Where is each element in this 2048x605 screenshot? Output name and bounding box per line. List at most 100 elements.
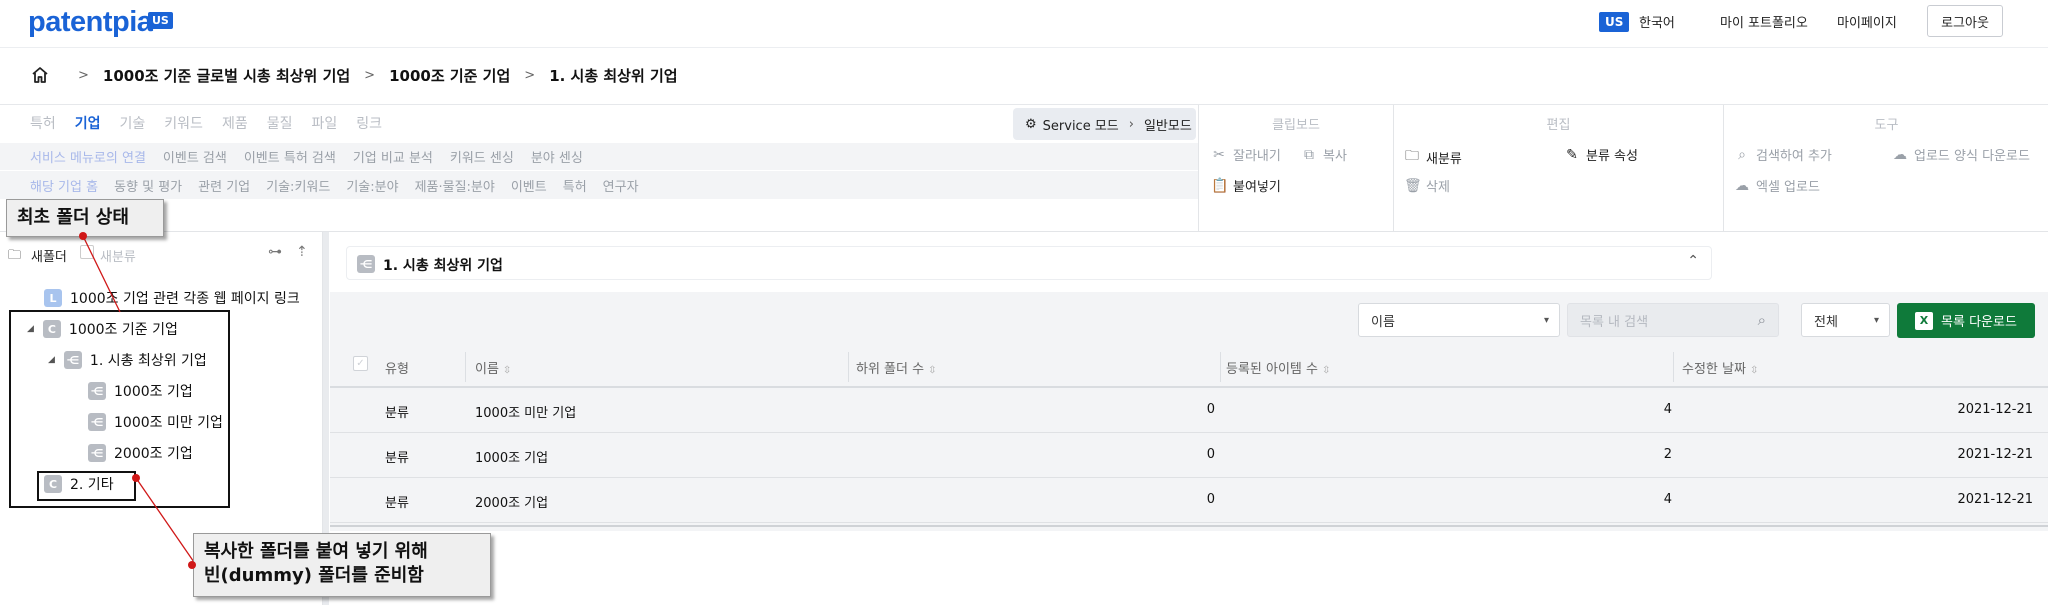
menu-related-company[interactable]: 관련 기업 (198, 176, 250, 195)
table-row[interactable]: 분류 2000조 기업 0 4 2021-12-21 (330, 479, 2048, 523)
chevron-up-icon[interactable]: ⌃ (1687, 253, 1699, 269)
breadcrumb-item-parent[interactable]: 1000조 기준 기업 (389, 65, 510, 86)
column-type[interactable]: 유형 (385, 358, 409, 377)
breadcrumb-separator: > (78, 67, 89, 83)
link-folder-icon: L (44, 289, 62, 307)
scissors-icon: ✂ (1213, 146, 1225, 163)
column-label: 하위 폴더 수 (856, 362, 925, 377)
logo[interactable]: patentpia (28, 6, 153, 39)
tool-panel: 클립보드 ✂ 잘라내기 ⧉ 복사 📋 붙여넣기 편집 🗀 새분류 ✎ 분류 속성… (1198, 105, 2048, 231)
column-item-count[interactable]: 등록된 아이템 수 ⇳ (1226, 358, 1330, 377)
menu-tech-keyword[interactable]: 기술:키워드 (266, 176, 330, 195)
menu-company-compare[interactable]: 기업 비교 분석 (353, 147, 433, 166)
breadcrumb-item-current[interactable]: 1. 시총 최상위 기업 (549, 65, 677, 86)
category-folder-icon: ⋲ (357, 255, 375, 273)
language-flag-badge[interactable]: US (1599, 12, 1630, 32)
menu-tech-field[interactable]: 기술:분야 (346, 176, 398, 195)
menu-keyword-sensing[interactable]: 키워드 센싱 (450, 147, 514, 166)
column-name[interactable]: 이름 ⇳ (475, 358, 511, 377)
cell-modified: 2021-12-21 (1957, 402, 2033, 417)
service-mode-toggle[interactable]: ⚙ Service 모드 › 일반모드 (1013, 108, 1196, 140)
tab-material[interactable]: 물질 (267, 113, 293, 133)
search-add-button[interactable]: ⌕ 검색하여 추가 (1734, 145, 1832, 165)
table-row[interactable]: 분류 1000조 미만 기업 0 4 2021-12-21 (330, 389, 2048, 433)
new-category-tree-button[interactable]: 새분류 (100, 246, 136, 265)
column-subfolder-count[interactable]: 하위 폴더 수 ⇳ (856, 358, 936, 377)
folder-add-icon: 🗀 (8, 248, 22, 263)
home-icon[interactable] (30, 65, 50, 85)
column-divider (465, 352, 466, 382)
sort-icon: ⇳ (1322, 365, 1331, 376)
initial-state-callout: 최초 폴더 상태 (6, 199, 164, 237)
tab-patent[interactable]: 특허 (30, 113, 56, 133)
menu-researcher[interactable]: 연구자 (603, 176, 639, 195)
menu-patent[interactable]: 특허 (563, 176, 587, 195)
my-page-link[interactable]: 마이페이지 (1837, 12, 1897, 31)
list-download-button[interactable]: X 목록 다운로드 (1897, 303, 2035, 338)
cut-label: 잘라내기 (1233, 149, 1281, 164)
sort-icon: ⇳ (928, 365, 937, 376)
tab-product[interactable]: 제품 (222, 113, 248, 133)
breadcrumb-item-root[interactable]: 1000조 기준 글로벌 시총 최상위 기업 (103, 65, 350, 86)
paste-button[interactable]: 📋 붙여넣기 (1211, 176, 1281, 196)
dummy-folder-callout: 복사한 폴더를 붙여 넣기 위해 빈(dummy) 폴더를 준비함 (193, 533, 491, 597)
menu-product-field[interactable]: 제품·물질:분야 (415, 176, 495, 195)
tab-file[interactable]: 파일 (311, 113, 337, 133)
tab-keyword[interactable]: 키워드 (164, 113, 203, 133)
list-search-input[interactable]: 목록 내 검색 ⌕ (1567, 303, 1779, 337)
excel-icon: X (1915, 311, 1934, 330)
my-portfolio-link[interactable]: 마이 포트폴리오 (1720, 12, 1808, 31)
logout-button[interactable]: 로그아웃 (1927, 5, 2003, 37)
collapse-tree-icon[interactable]: ⇡ (296, 244, 308, 260)
cell-name: 2000조 기업 (475, 496, 549, 511)
new-folder-button[interactable]: 새폴더 (31, 246, 67, 265)
column-divider (1673, 352, 1674, 382)
upload-template-button[interactable]: ☁ 업로드 양식 다운로드 (1892, 145, 2030, 165)
company-menu-row: 해당 기업 홈 동향 및 평가 관련 기업 기술:키워드 기술:분야 제품·물질… (0, 171, 1198, 199)
filter-select[interactable]: 전체 ▾ (1801, 303, 1890, 337)
cut-button[interactable]: ✂ 잘라내기 (1211, 145, 1281, 165)
excel-upload-button[interactable]: ☁ 엑셀 업로드 (1734, 176, 1820, 196)
normal-mode-label: 일반모드 (1143, 118, 1192, 134)
select-all-checkbox[interactable]: ✓ (353, 356, 368, 371)
chevron-down-icon: ▾ (1873, 314, 1879, 326)
tree-node-links[interactable]: L 1000조 기업 관련 각종 웹 페이지 링크 (44, 287, 300, 309)
column-label: 이름 (475, 362, 499, 377)
list-download-label: 목록 다운로드 (1941, 315, 2017, 330)
cell-type: 분류 (385, 406, 409, 421)
delete-button[interactable]: 🗑 삭제 (1404, 176, 1450, 196)
filter-select-value: 전체 (1814, 314, 1838, 330)
language-selector[interactable]: 한국어 (1639, 12, 1675, 31)
cell-subfolders: 0 (1206, 447, 1215, 462)
category-add-icon (80, 245, 94, 259)
current-folder-header: ⋲ 1. 시총 최상위 기업 ⌃ (346, 246, 1712, 280)
menu-event[interactable]: 이벤트 (511, 176, 547, 195)
menu-trend-eval[interactable]: 동향 및 평가 (114, 176, 182, 195)
sort-select[interactable]: 이름 ▾ (1358, 303, 1560, 337)
tab-company[interactable]: 기업 (75, 113, 101, 133)
dummy-callout-line1: 복사한 폴더를 붙여 넣기 위해 (204, 541, 428, 562)
copy-button[interactable]: ⧉ 복사 (1301, 145, 1347, 165)
new-category-button[interactable]: 🗀 새분류 (1404, 145, 1462, 169)
menu-service-link[interactable]: 서비스 메뉴로의 연결 (30, 147, 146, 166)
column-modified-date[interactable]: 수정한 날짜 ⇳ (1682, 358, 1758, 377)
expand-tree-icon[interactable]: ⊶ (268, 244, 282, 260)
category-props-button[interactable]: ✎ 분류 속성 (1564, 145, 1638, 165)
tree-node-label: 1000조 기업 관련 각종 웹 페이지 링크 (70, 291, 300, 307)
tab-link[interactable]: 링크 (356, 113, 382, 133)
menu-event-patent-search[interactable]: 이벤트 특허 검색 (244, 147, 336, 166)
menu-company-home[interactable]: 해당 기업 홈 (30, 176, 98, 195)
search-add-icon: ⌕ (1738, 146, 1746, 163)
table-row[interactable]: 분류 1000조 기업 0 2 2021-12-21 (330, 434, 2048, 478)
chevron-right-icon: › (1128, 116, 1134, 132)
search-icon[interactable]: ⌕ (1758, 311, 1766, 329)
breadcrumb-separator: > (524, 67, 536, 83)
tab-technology[interactable]: 기술 (120, 113, 146, 133)
menu-field-sensing[interactable]: 분야 센싱 (531, 147, 583, 166)
menu-event-search[interactable]: 이벤트 검색 (163, 147, 227, 166)
breadcrumb: > 1000조 기준 글로벌 시총 최상위 기업 > 1000조 기준 기업 >… (30, 63, 678, 87)
dummy-folder-highlight-box (37, 471, 136, 501)
column-label: 수정한 날짜 (1682, 362, 1746, 377)
breadcrumb-separator: > (364, 67, 376, 83)
column-divider (848, 352, 849, 382)
